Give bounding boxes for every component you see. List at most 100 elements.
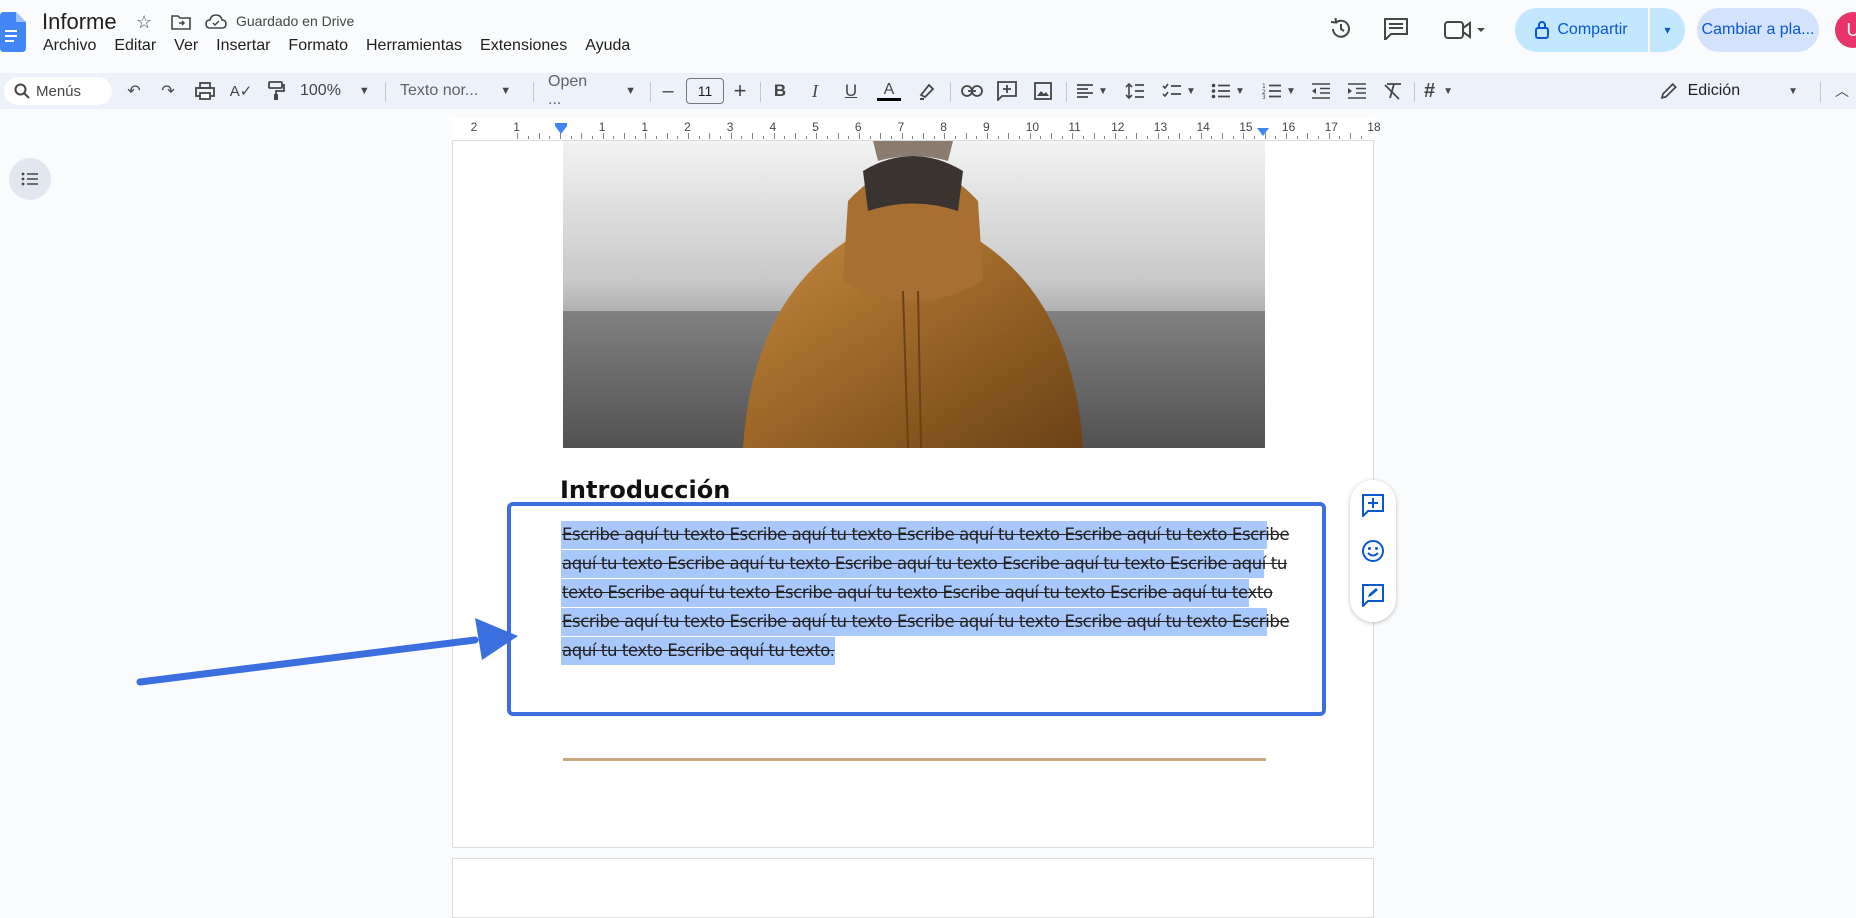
ruler-tick	[730, 133, 732, 139]
add-comment-icon[interactable]	[1360, 492, 1386, 518]
paragraph-style-select[interactable]: Texto nor... ▼	[400, 78, 518, 104]
emoji-icon[interactable]	[1360, 538, 1386, 564]
move-folder-icon[interactable]	[171, 13, 191, 36]
italic-icon[interactable]: I	[806, 78, 824, 104]
decrease-indent-icon[interactable]	[1310, 78, 1332, 104]
history-icon[interactable]	[1328, 16, 1354, 47]
underline-icon[interactable]: U	[841, 78, 861, 104]
highlight-icon[interactable]	[916, 78, 938, 104]
ruler-tick	[645, 133, 647, 139]
first-line-indent-marker[interactable]	[555, 123, 567, 126]
editing-mode-select[interactable]: Edición ▼	[1660, 78, 1798, 104]
ruler-tick	[538, 133, 540, 139]
ruler-tick	[784, 136, 786, 139]
ruler-tick	[517, 133, 519, 139]
bold-icon[interactable]: B	[771, 78, 789, 104]
ruler-number: 13	[1153, 120, 1168, 134]
suggest-edit-icon[interactable]	[1360, 582, 1386, 608]
ruler-number: 8	[940, 120, 947, 134]
toolbar-divider	[760, 82, 761, 102]
menu-formato[interactable]: Formato	[288, 37, 348, 55]
menu-ver[interactable]: Ver	[174, 37, 198, 55]
undo-icon[interactable]: ↶	[124, 78, 144, 104]
font-size-input[interactable]: 11	[686, 78, 724, 104]
ruler-tick	[794, 133, 796, 139]
ruler-number: 1	[641, 120, 649, 134]
ruler-number: 5	[812, 120, 819, 134]
insert-image-icon[interactable]	[1032, 78, 1054, 104]
ruler-tick	[1157, 133, 1159, 139]
checklist-icon[interactable]: ▼	[1162, 78, 1200, 104]
menu-insertar[interactable]: Insertar	[216, 37, 270, 55]
outline-icon[interactable]	[9, 158, 51, 200]
spellcheck-icon[interactable]: A✓	[230, 78, 253, 104]
ruler-number: 1	[513, 120, 520, 134]
ruler-tick	[1211, 136, 1213, 139]
right-indent-marker[interactable]	[1257, 128, 1269, 136]
text-color-icon[interactable]: A	[876, 78, 902, 104]
print-icon[interactable]	[194, 78, 216, 104]
redo-icon[interactable]: ↷	[158, 78, 178, 104]
document-image[interactable]	[563, 141, 1265, 448]
ruler-number: 14	[1196, 120, 1210, 134]
ruler-tick	[592, 136, 594, 139]
ruler-tick	[1008, 133, 1010, 139]
ruler-tick	[1189, 136, 1191, 139]
hash-icon[interactable]: # ▼	[1424, 78, 1466, 104]
toolbar-divider	[1414, 82, 1415, 102]
clear-format-icon[interactable]	[1382, 78, 1404, 104]
ruler-tick	[1104, 136, 1106, 139]
ruler-tick	[869, 136, 871, 139]
ruler-tick	[1200, 133, 1202, 139]
section-heading[interactable]: Introducción	[560, 476, 730, 504]
comments-icon[interactable]	[1383, 17, 1409, 46]
ruler-tick	[527, 136, 529, 139]
switch-plan-button[interactable]: Cambiar a pla...	[1697, 8, 1819, 52]
ruler-tick	[1253, 136, 1255, 139]
ruler-tick	[816, 133, 818, 139]
left-indent-marker[interactable]	[555, 126, 567, 134]
arrow-annotation	[136, 618, 518, 686]
ruler-tick	[1307, 133, 1309, 139]
ruler-tick	[1072, 133, 1074, 139]
ruler-tick	[944, 133, 946, 139]
ruler-tick	[890, 136, 892, 139]
cloud-saved-icon[interactable]	[205, 14, 227, 35]
menu-archivo[interactable]: Archivo	[43, 37, 96, 55]
ruler-tick	[773, 133, 775, 139]
menu-extensiones[interactable]: Extensiones	[480, 37, 567, 55]
ruler-tick	[933, 136, 935, 139]
ruler-number: 17	[1324, 120, 1338, 134]
increase-indent-icon[interactable]	[1346, 78, 1368, 104]
line-spacing-icon[interactable]	[1124, 78, 1146, 104]
bullet-list-icon[interactable]: ▼	[1211, 78, 1249, 104]
meet-icon[interactable]	[1444, 19, 1486, 46]
document-page-next[interactable]	[452, 858, 1374, 918]
menu-editar[interactable]: Editar	[114, 37, 156, 55]
collapse-toolbar-icon[interactable]: ︿	[1832, 78, 1852, 104]
numbered-list-icon[interactable]: 1 2 3 ▼	[1262, 78, 1300, 104]
docs-logo-icon[interactable]	[0, 12, 26, 52]
font-select[interactable]: Open ... ▼	[548, 73, 636, 108]
align-icon[interactable]: ▼	[1076, 78, 1114, 104]
document-title[interactable]: Informe	[42, 9, 117, 35]
ruler-tick	[901, 133, 903, 139]
increase-font-size-button[interactable]: +	[730, 78, 750, 104]
share-button[interactable]: Compartir	[1515, 8, 1648, 52]
star-icon[interactable]: ☆	[136, 12, 152, 32]
ruler-tick	[1083, 136, 1085, 139]
ruler-tick	[720, 136, 722, 139]
ruler-number: 6	[854, 120, 862, 134]
paint-format-icon[interactable]	[266, 78, 286, 104]
ruler-tick	[1275, 136, 1277, 139]
search-menus-button[interactable]: Menús	[4, 77, 112, 105]
zoom-select[interactable]: 100% ▼	[300, 78, 370, 104]
menu-ayuda[interactable]: Ayuda	[585, 37, 630, 55]
decrease-font-size-button[interactable]: –	[660, 78, 676, 104]
ruler-tick	[922, 133, 924, 139]
add-comment-icon[interactable]	[996, 78, 1018, 104]
menu-herramientas[interactable]: Herramientas	[366, 37, 462, 55]
link-icon[interactable]	[960, 78, 984, 104]
ruler-tick	[666, 133, 668, 139]
toolbar-divider	[533, 82, 534, 102]
